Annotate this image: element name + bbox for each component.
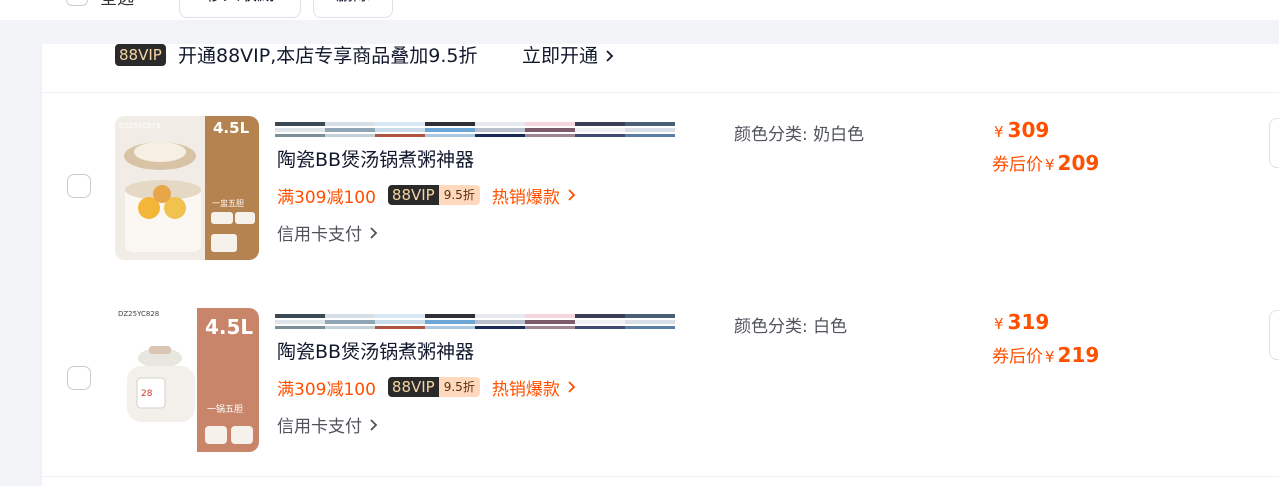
payment-option[interactable]: 信用卡支付 [277,412,380,437]
promo-row: 满309减100 88VIP 9.5折 热销爆款 [277,375,578,400]
promo-discount: 满309减100 [277,379,376,400]
delete-button[interactable]: 删除 [313,0,393,18]
promo-vip-tag: 88VIP 9.5折 [387,377,480,397]
sku-selector[interactable]: 颜色分类: 白色 [734,312,847,337]
promo-vip-discount: 9.5折 [438,377,480,397]
quantity-stepper[interactable] [1269,118,1279,168]
chevron-right-icon [368,418,380,432]
promo-vip-badge: 88VIP [387,377,439,397]
item-checkbox[interactable] [67,366,91,390]
promo-discount: 满309减100 [277,187,376,208]
sku-color-swatches [275,118,675,140]
promo-vip-tag: 88VIP 9.5折 [387,185,480,205]
promo-hot-link[interactable]: 热销爆款 [492,183,578,208]
coupon-price: 券后价 ¥219 [992,342,1099,367]
coupon-price: 券后价 ¥209 [992,150,1099,175]
currency-symbol: ¥ [1045,156,1055,174]
coupon-price-label: 券后价 [992,155,1043,175]
coupon-price-label: 券后价 [992,347,1043,367]
payment-label: 信用卡支付 [277,417,362,437]
sku-color-swatches [275,310,675,332]
currency-symbol: ¥ [994,123,1004,141]
chevron-right-icon [566,188,578,202]
coupon-price-value: 219 [1057,343,1100,367]
sku-label: 颜色分类: [734,125,808,145]
promo-hot-link[interactable]: 热销爆款 [492,375,578,400]
sku-selector[interactable]: 颜色分类: 奶白色 [734,120,864,145]
sku-value: 白色 [813,317,848,337]
thumb-model: DZ25YC828 [118,310,159,318]
product-title[interactable]: 陶瓷BB煲汤锅煮粥神器 [277,148,474,172]
select-all-label[interactable]: 全选 [100,0,134,9]
product-title[interactable]: 陶瓷BB煲汤锅煮粥神器 [277,340,474,364]
promo-row: 满309减100 88VIP 9.5折 热销爆款 [277,183,578,208]
unit-price: ¥319 [994,310,1049,334]
vip-open-link-label: 立即开通 [522,45,599,67]
promo-hot-label: 热销爆款 [491,187,560,208]
thumb-volume: 4.5L [205,315,253,339]
item-checkbox[interactable] [67,174,91,198]
cart-item: DZ25FC873 4.5L 一盅五胆 陶瓷BB煲汤锅煮粥神器 满309减100 [42,104,1279,294]
coupon-price-value: 209 [1057,151,1100,175]
promo-vip-badge: 88VIP [387,185,439,205]
vip-badge: 88VIP [115,44,166,66]
cart-toolbar: 全选 移入收藏 删除 [0,0,1279,20]
quantity-stepper[interactable] [1269,310,1279,360]
shop-card: 88VIP 开通88VIP,本店专享商品叠加9.5折 立即开通 DZ25FC87… [41,44,1279,486]
price-value: 319 [1007,310,1050,334]
chevron-right-icon [566,380,578,394]
sku-value: 奶白色 [813,125,865,145]
unit-price: ¥309 [994,118,1049,142]
chevron-right-icon [368,226,380,240]
price-value: 309 [1007,118,1050,142]
thumb-volume: 4.5L [213,119,250,137]
thumb-feature: 一锅五胆 [207,404,243,415]
product-thumbnail[interactable]: DZ25FC873 4.5L 一盅五胆 [115,116,259,260]
thumb-feature: 一盅五胆 [212,199,244,208]
payment-option[interactable]: 信用卡支付 [277,220,380,245]
sku-label: 颜色分类: [734,317,808,337]
product-thumbnail[interactable]: 28 DZ25YC828 4.5L 一锅五胆 [115,308,259,452]
select-all-checkbox[interactable] [66,0,88,6]
cart-page: 全选 移入收藏 删除 88VIP 开通88VIP,本店专享商品叠加9.5折 立即… [0,0,1279,486]
move-to-favorites-button[interactable]: 移入收藏 [179,0,301,18]
vip-banner-text: 开通88VIP,本店专享商品叠加9.5折 [178,45,478,67]
currency-symbol: ¥ [1045,348,1055,366]
vip-banner: 88VIP 开通88VIP,本店专享商品叠加9.5折 立即开通 [42,44,1279,93]
svg-text:28: 28 [141,389,153,399]
currency-symbol: ¥ [994,315,1004,333]
thumb-model: DZ25FC873 [119,122,160,130]
cart-item: 28 DZ25YC828 4.5L 一锅五胆 陶瓷BB煲汤锅煮粥神器 满309减… [42,296,1279,477]
payment-label: 信用卡支付 [277,225,362,245]
vip-open-link[interactable]: 立即开通 [522,44,616,68]
promo-hot-label: 热销爆款 [491,379,560,400]
promo-vip-discount: 9.5折 [438,185,480,205]
chevron-right-icon [604,49,616,63]
